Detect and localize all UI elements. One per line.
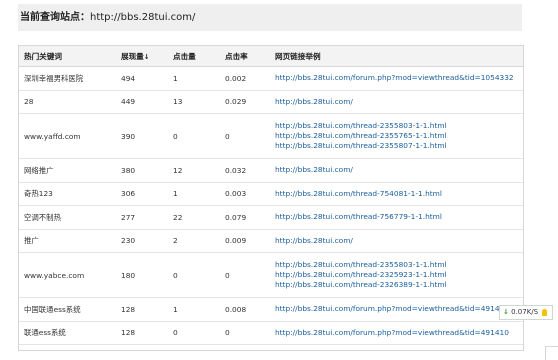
cell-keyword: 28	[19, 90, 116, 114]
corner-divider	[545, 346, 558, 360]
cell-ctr: 0	[220, 252, 270, 298]
cell-link-examples: http://bbs.28tui.com/thread-2355803-1-1.…	[270, 113, 523, 159]
page-link[interactable]: http://bbs.28tui.com/thread-2355803-1-1.…	[275, 260, 523, 270]
page-link[interactable]: http://bbs.28tui.com/	[275, 236, 523, 246]
page-link[interactable]: http://bbs.28tui.com/forum.php?mod=viewt…	[275, 73, 523, 83]
table-row: 中国联通ess系统 128 1 0.008 http://bbs.28tui.com/f…	[19, 297, 523, 322]
cell-clicks: 22	[168, 205, 220, 230]
page-link[interactable]: http://bbs.28tui.com/	[275, 165, 523, 175]
cell-link-examples: http://bbs.28tui.com/forum.php?mod=viewt…	[270, 321, 523, 345]
page-link[interactable]: http://bbs.28tui.com/thread-2325923-1-1.…	[275, 270, 523, 280]
cell-clicks: 12	[168, 158, 220, 183]
table-row: 联通ess系统 128 0 0 http://bbs.28tui.com/forum.p…	[19, 321, 523, 345]
cell-keyword: 中国联通ess系统	[19, 297, 116, 322]
cell-clicks: 1	[168, 66, 220, 91]
download-arrow-icon: ↓	[503, 308, 509, 316]
cell-clicks: 0	[168, 113, 220, 159]
table-row: 网络推广 380 12 0.032 http://bbs.28tui.com/	[19, 158, 523, 183]
cell-link-examples: http://bbs.28tui.com/forum.php?mod=viewt…	[270, 297, 523, 322]
column-header-ctr: 点击率	[220, 46, 270, 67]
page-link[interactable]: http://bbs.28tui.com/thread-2355803-1-1.…	[275, 121, 523, 131]
cell-ctr: 0.002	[220, 66, 270, 91]
cell-keyword: 联通ess系统	[19, 321, 116, 345]
table-row: 28 449 13 0.029 http://bbs.28tui.com/	[19, 90, 523, 114]
cell-keyword: 推广	[19, 229, 116, 253]
table-row: 奇热123 306 1 0.003 http://bbs.28tui.com/threa…	[19, 182, 523, 206]
column-header-impressions-label: 展现量	[121, 51, 144, 61]
page-link[interactable]: http://bbs.28tui.com/thread-754081-1-1.h…	[275, 189, 523, 199]
cell-impressions: 390	[116, 113, 168, 159]
page-link[interactable]: http://bbs.28tui.com/forum.php?mod=viewt…	[275, 328, 523, 338]
cell-ctr: 0.009	[220, 229, 270, 253]
cell-clicks: 13	[168, 90, 220, 114]
cell-impressions: 180	[116, 252, 168, 298]
cell-impressions: 306	[116, 182, 168, 206]
lightbulb-icon	[542, 308, 548, 316]
cell-impressions: 449	[116, 90, 168, 114]
cell-keyword: www.yabce.com	[19, 252, 116, 298]
column-header-keyword: 热门关键词	[19, 46, 116, 67]
table-row: 推广 230 2 0.009 http://bbs.28tui.com/	[19, 229, 523, 253]
cell-impressions: 128	[116, 297, 168, 322]
page-link[interactable]: http://bbs.28tui.com/	[275, 97, 523, 107]
cell-clicks: 0	[168, 252, 220, 298]
keyword-table-body: 深圳幸福男科医院 494 1 0.002 http://bbs.28tui.com/fo…	[19, 66, 523, 345]
query-site-label: 当前查询站点：	[20, 12, 90, 23]
cell-keyword: 空调不制热	[19, 205, 116, 230]
cell-keyword: 网络推广	[19, 158, 116, 183]
query-site-header: 当前查询站点：http://bbs.28tui.com/	[18, 4, 522, 31]
cell-link-examples: http://bbs.28tui.com/thread-754081-1-1.h…	[270, 182, 523, 206]
cell-clicks: 0	[168, 321, 220, 345]
cell-link-examples: http://bbs.28tui.com/	[270, 229, 523, 253]
table-row: 空调不制热 277 22 0.079 http://bbs.28tui.com/thre…	[19, 205, 523, 230]
cell-ctr: 0.003	[220, 182, 270, 206]
keyword-table: 热门关键词 展现量↓ 点击量 点击率 网页链接举例 深圳幸福男科医院 494 1 0.…	[19, 46, 523, 345]
cell-link-examples: http://bbs.28tui.com/forum.php?mod=viewt…	[270, 66, 523, 91]
cell-impressions: 277	[116, 205, 168, 230]
column-header-impressions[interactable]: 展现量↓	[116, 46, 168, 67]
cell-impressions: 230	[116, 229, 168, 253]
table-header-row: 热门关键词 展现量↓ 点击量 点击率 网页链接举例	[19, 46, 523, 67]
cell-link-examples: http://bbs.28tui.com/	[270, 158, 523, 183]
query-site-url: http://bbs.28tui.com/	[90, 12, 196, 23]
cell-ctr: 0	[220, 321, 270, 345]
cell-keyword: 奇热123	[19, 182, 116, 206]
page-link[interactable]: http://bbs.28tui.com/thread-756779-1-1.h…	[275, 212, 523, 222]
network-speed-value: 0.07K/S	[511, 308, 539, 316]
cell-impressions: 380	[116, 158, 168, 183]
page-link[interactable]: http://bbs.28tui.com/thread-2355807-1-1.…	[275, 141, 523, 151]
cell-ctr: 0.029	[220, 90, 270, 114]
column-header-link-example: 网页链接举例	[270, 46, 523, 67]
cell-ctr: 0.079	[220, 205, 270, 230]
cell-link-examples: http://bbs.28tui.com/thread-2355803-1-1.…	[270, 252, 523, 298]
page-link[interactable]: http://bbs.28tui.com/thread-2326389-1-1.…	[275, 280, 523, 290]
page-link[interactable]: http://bbs.28tui.com/thread-2355765-1-1.…	[275, 131, 523, 141]
cell-clicks: 1	[168, 297, 220, 322]
page-link[interactable]: http://bbs.28tui.com/forum.php?mod=viewt…	[275, 304, 523, 314]
table-row: www.yaffd.com 390 0 0 http://bbs.28tui.com/t…	[19, 113, 523, 159]
table-row: 深圳幸福男科医院 494 1 0.002 http://bbs.28tui.com/fo…	[19, 66, 523, 91]
cell-keyword: 深圳幸福男科医院	[19, 66, 116, 91]
sort-down-icon[interactable]: ↓	[144, 53, 150, 61]
network-speed-widget[interactable]: ↓ 0.07K/S	[499, 305, 553, 320]
cell-clicks: 1	[168, 182, 220, 206]
cell-ctr: 0.008	[220, 297, 270, 322]
cell-keyword: www.yaffd.com	[19, 113, 116, 159]
cell-link-examples: http://bbs.28tui.com/thread-756779-1-1.h…	[270, 205, 523, 230]
cell-impressions: 128	[116, 321, 168, 345]
cell-clicks: 2	[168, 229, 220, 253]
cell-link-examples: http://bbs.28tui.com/	[270, 90, 523, 114]
cell-ctr: 0	[220, 113, 270, 159]
column-header-clicks: 点击量	[168, 46, 220, 67]
table-row: www.yabce.com 180 0 0 http://bbs.28tui.com/t…	[19, 252, 523, 298]
cell-impressions: 494	[116, 66, 168, 91]
cell-ctr: 0.032	[220, 158, 270, 183]
keyword-table-container: 热门关键词 展现量↓ 点击量 点击率 网页链接举例 深圳幸福男科医院 494 1 0.…	[18, 45, 524, 351]
